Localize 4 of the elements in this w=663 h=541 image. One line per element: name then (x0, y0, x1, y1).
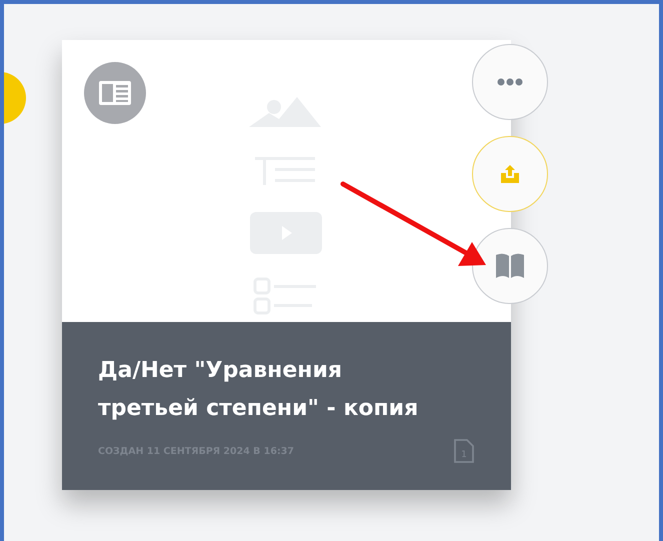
upload-icon (500, 164, 520, 184)
more-icon (497, 78, 523, 86)
card-title: Да/Нет "Уравнения третьей степени" - копия (98, 357, 420, 423)
book-icon (495, 252, 525, 280)
